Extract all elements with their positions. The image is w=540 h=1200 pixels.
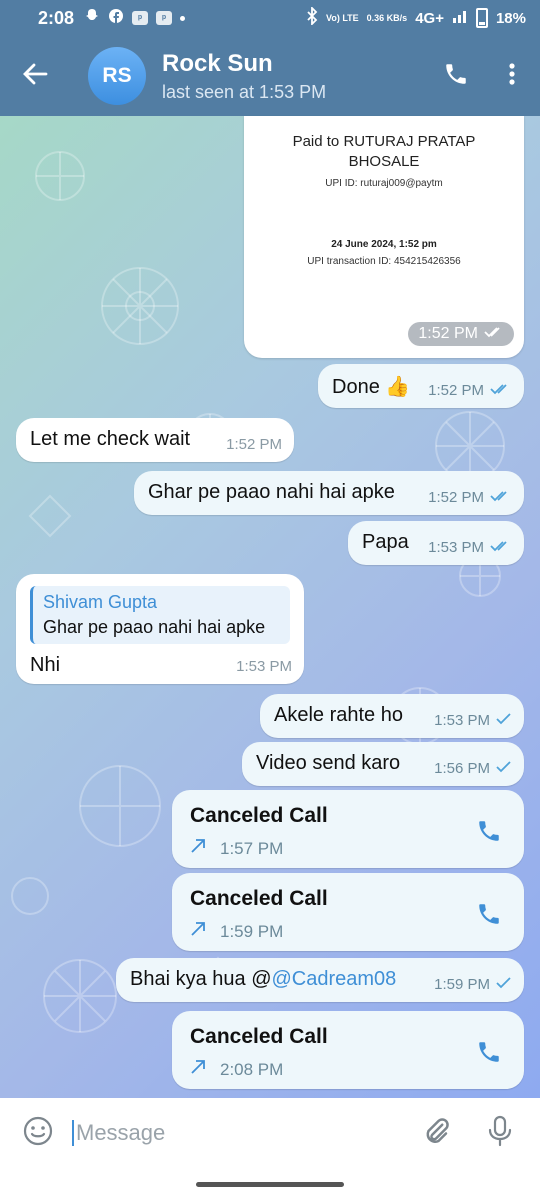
double-check-icon	[490, 539, 512, 556]
message-text: Papa	[362, 531, 409, 553]
message-bubble[interactable]: Akele rahte ho 1:53 PM	[260, 694, 524, 738]
message-bubble[interactable]: Bhai kya hua @@Cadream08 1:59 PM	[116, 958, 524, 1002]
call-status: Canceled Call	[190, 804, 328, 827]
battery-level: 18%	[495, 9, 526, 27]
call-message[interactable]: Canceled Call 2:08 PM	[172, 1011, 524, 1089]
message-composer: Message	[0, 1098, 540, 1168]
bluetooth-icon	[306, 5, 318, 29]
payment-recipient: Paid to RUTURAJ PRATAP BHOSALE	[292, 133, 476, 170]
phone-icon[interactable]	[476, 1039, 502, 1071]
message-bubble[interactable]: Shivam Gupta Ghar pe paao nahi hai apke …	[16, 574, 304, 684]
call-time: 1:57 PM	[220, 838, 284, 858]
check-icon	[496, 712, 512, 729]
chat-header: RS Rock Sun last seen at 1:53 PM	[0, 36, 540, 116]
attach-button[interactable]	[414, 1111, 458, 1155]
text-caret	[72, 1120, 74, 1146]
message-time: 1:52 PM	[428, 489, 484, 506]
status-time: 2:08	[38, 7, 75, 28]
notification-dot-icon	[180, 15, 186, 21]
double-check-icon	[490, 382, 512, 399]
transaction-id: UPI transaction ID: 454215426356	[307, 256, 461, 267]
outgoing-arrow-icon	[190, 838, 206, 859]
double-check-icon	[484, 325, 504, 343]
paperclip-icon	[421, 1116, 451, 1151]
battery-icon	[475, 8, 488, 28]
call-message[interactable]: Canceled Call 1:57 PM	[172, 790, 524, 868]
phone-icon	[443, 61, 469, 92]
message-time: 1:53 PM	[428, 539, 484, 556]
message-text: Done 👍	[332, 376, 411, 398]
message-text: Video send karo	[256, 752, 401, 774]
network-speed: 0.36 KB/s	[366, 12, 408, 23]
contact-name: Rock Sun	[162, 49, 273, 77]
message-time: 1:52 PM	[428, 382, 484, 399]
call-status: Canceled Call	[190, 1025, 328, 1048]
message-text: Ghar pe paao nahi hai apke	[148, 481, 395, 503]
volte-indicator: Vo) LTE	[325, 12, 359, 23]
check-icon	[496, 976, 512, 993]
upi-id: UPI ID: ruturaj009@paytm	[325, 178, 443, 189]
double-check-icon	[490, 489, 512, 506]
message-text: Let me check wait	[30, 428, 191, 450]
message-time: 1:52 PM	[408, 322, 514, 346]
smiley-icon	[22, 1115, 54, 1152]
message-time: 1:52 PM	[226, 436, 282, 453]
emoji-button[interactable]	[18, 1113, 58, 1153]
peer-info[interactable]: Rock Sun last seen at 1:53 PM	[162, 50, 428, 103]
message-bubble[interactable]: Video send karo 1:56 PM	[242, 742, 524, 786]
arrow-left-icon	[22, 62, 48, 91]
call-message[interactable]: Canceled Call 1:59 PM	[172, 873, 524, 951]
message-time: 1:53 PM	[236, 658, 292, 675]
payment-screenshot[interactable]: Paid to RUTURAJ PRATAP BHOSALE UPI ID: r…	[244, 116, 524, 358]
phone-icon[interactable]	[476, 901, 502, 933]
more-options-button[interactable]	[484, 46, 540, 106]
reply-text: Ghar pe paao nahi hai apke	[43, 617, 266, 637]
signal-icon	[452, 8, 468, 28]
paytm-icon: p	[132, 11, 149, 25]
network-type: 4G+	[415, 9, 444, 27]
home-gesture-handle[interactable]	[196, 1182, 344, 1187]
microphone-icon	[487, 1115, 513, 1152]
snapchat-icon	[84, 8, 100, 29]
facebook-icon	[108, 8, 124, 29]
phone-icon[interactable]	[476, 818, 502, 850]
voice-message-button[interactable]	[478, 1111, 522, 1155]
payment-date: 24 June 2024, 1:52 pm	[331, 239, 437, 250]
status-bar: 2:08 p p Vo) LTE 0.36 KB/s 4G+ 18%	[0, 0, 540, 36]
call-time: 1:59 PM	[220, 921, 284, 941]
more-vertical-icon	[508, 62, 516, 91]
check-icon	[496, 760, 512, 777]
message-time: 1:56 PM	[434, 760, 490, 777]
last-seen-status: last seen at 1:53 PM	[162, 81, 327, 102]
message-time: 1:59 PM	[434, 976, 490, 993]
message-bubble[interactable]: Done 👍 1:52 PM	[318, 364, 524, 408]
paytm-app-icon: p	[156, 11, 173, 25]
call-time: 2:08 PM	[220, 1059, 284, 1079]
message-placeholder: Message	[76, 1120, 166, 1145]
mention-link[interactable]: @Cadream08	[272, 968, 397, 990]
message-bubble[interactable]: Ghar pe paao nahi hai apke 1:52 PM	[134, 471, 524, 515]
call-status: Canceled Call	[190, 887, 328, 910]
gesture-navigation-bar	[0, 1168, 540, 1200]
avatar[interactable]: RS	[88, 47, 146, 105]
message-text: Akele rahte ho	[274, 704, 403, 726]
message-bubble[interactable]: Papa 1:53 PM	[348, 521, 524, 565]
outgoing-arrow-icon	[190, 1059, 206, 1080]
message-input[interactable]: Message	[72, 1113, 394, 1153]
reply-author: Shivam Gupta	[43, 592, 158, 612]
message-text: Bhai kya hua @	[130, 968, 272, 990]
message-text: Nhi	[30, 654, 61, 676]
reply-preview[interactable]: Shivam Gupta Ghar pe paao nahi hai apke	[30, 586, 290, 644]
message-time: 1:53 PM	[434, 712, 490, 729]
call-button[interactable]	[428, 46, 484, 106]
message-bubble[interactable]: Let me check wait 1:52 PM	[16, 418, 294, 462]
back-button[interactable]	[0, 36, 70, 116]
outgoing-arrow-icon	[190, 921, 206, 942]
